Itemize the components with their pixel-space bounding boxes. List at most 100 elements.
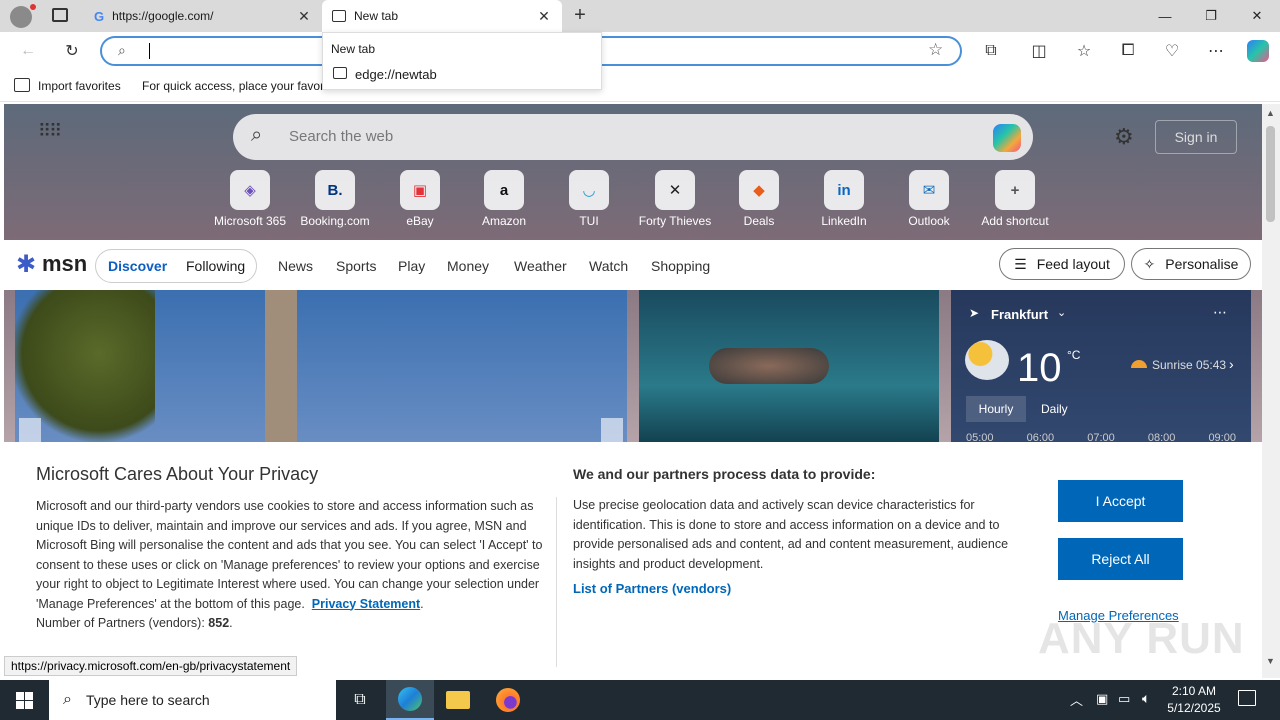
close-tab-icon[interactable]: ✕ [296, 8, 312, 25]
import-favorites-button[interactable]: Import favorites [38, 79, 121, 93]
chevron-down-icon[interactable]: ⌄ [1057, 306, 1066, 319]
suggestion-item[interactable]: edge://newtab [323, 63, 601, 87]
tab-daily[interactable]: Daily [1041, 402, 1068, 416]
back-button[interactable]: ← [14, 37, 42, 65]
show-hidden-icons[interactable]: ︿ [1070, 690, 1083, 709]
temperature: 10 [1017, 346, 1062, 390]
shortcut-deals[interactable]: ◆ Deals [714, 170, 804, 228]
performance-icon[interactable]: ♡ [1158, 37, 1186, 65]
hour-slot: 06:00 [1026, 432, 1055, 442]
new-tab-button[interactable]: + [568, 4, 592, 28]
device-icon[interactable]: ▣ [1096, 691, 1108, 707]
settings-gear-icon[interactable]: ⚙ [1114, 124, 1134, 150]
favorite-star-icon[interactable]: ☆ [928, 40, 943, 60]
hour-slot: 07:00 [1087, 432, 1115, 442]
feed-layout-button[interactable]: ☰ Feed layout [999, 248, 1125, 280]
shortcut-label: Outlook [908, 214, 950, 228]
more-options-icon[interactable]: ⋯ [1213, 304, 1227, 321]
file-explorer-icon[interactable] [434, 680, 482, 720]
import-favorites-icon[interactable] [14, 78, 30, 92]
swimmer-news-card[interactable] [639, 290, 939, 442]
shortcut-tui[interactable]: ◡ TUI [544, 170, 634, 228]
shortcut-amazon[interactable]: a Amazon [459, 170, 549, 228]
volume-icon[interactable]: 🔈︎ [1142, 690, 1150, 707]
scroll-thumb[interactable] [1266, 126, 1275, 222]
nav-news[interactable]: News [278, 258, 313, 274]
clock-time: 2:10 AM [1171, 684, 1217, 698]
split-screen-icon[interactable]: ◫ [1025, 37, 1053, 65]
tab-title: https://google.com/ [112, 9, 214, 23]
minimize-button[interactable]: — [1142, 0, 1188, 32]
windows-start-icon[interactable] [0, 680, 48, 720]
restore-button[interactable]: ❐ [1188, 0, 1234, 32]
accept-button[interactable]: I Accept [1058, 480, 1183, 522]
nav-weather[interactable]: Weather [514, 258, 567, 274]
web-search-box[interactable]: ⌕ Search the web [233, 114, 1033, 160]
hero-news-card[interactable] [15, 290, 627, 442]
shortcut-label: Microsoft 365 [213, 214, 287, 228]
extensions-icon[interactable]: ⧉ [977, 37, 1005, 65]
msn-logo[interactable]: msn [42, 251, 87, 277]
list-of-partners-link[interactable]: List of Partners (vendors) [573, 581, 731, 596]
chevron-right-icon[interactable]: › [1229, 356, 1234, 372]
taskbar-search-box[interactable]: ⌕ Type here to search [49, 680, 336, 720]
tab-hourly[interactable]: Hourly [966, 396, 1026, 422]
profile-icon[interactable] [10, 4, 36, 28]
nav-sports[interactable]: Sports [336, 258, 376, 274]
nav-money[interactable]: Money [447, 258, 489, 274]
privacy-statement-link[interactable]: Privacy Statement [312, 597, 420, 611]
shortcut-linkedin[interactable]: in LinkedIn [799, 170, 889, 228]
reject-all-button[interactable]: Reject All [1058, 538, 1183, 580]
nav-play[interactable]: Play [398, 258, 425, 274]
scroll-up-arrow-icon[interactable]: ▲ [1266, 108, 1275, 118]
notifications-icon[interactable] [1238, 690, 1256, 706]
network-icon[interactable]: ▭ [1118, 691, 1130, 707]
copilot-icon[interactable] [993, 124, 1021, 152]
nav-shopping[interactable]: Shopping [651, 258, 710, 274]
personalise-button[interactable]: ✧ Personalise [1131, 248, 1251, 280]
ebay-icon: ▣ [400, 170, 440, 210]
close-window-button[interactable]: ✕ [1234, 0, 1280, 32]
scroll-down-arrow-icon[interactable]: ▼ [1266, 656, 1275, 666]
tab-following[interactable]: Following [186, 258, 245, 274]
msn-logo-icon[interactable]: ✱ [16, 250, 36, 279]
tab-strip: G https://google.com/ ✕ New tab ✕ + — ❐ … [0, 0, 1280, 32]
tab-actions-icon[interactable] [52, 8, 68, 22]
tab-new-tab[interactable]: New tab ✕ [322, 0, 562, 32]
shortcut-outlook[interactable]: ✉ Outlook [884, 170, 974, 228]
vertical-scrollbar[interactable]: ▲ ▼ [1262, 104, 1280, 678]
shortcut-booking-com[interactable]: B. Booking.com [290, 170, 380, 228]
apps-launcher-icon[interactable]: ⠿⠿ [38, 122, 62, 140]
firefox-icon[interactable] [484, 680, 532, 720]
favorites-hint: For quick access, place your favori [142, 79, 322, 93]
clock[interactable]: 2:10 AM 5/12/2025 [1166, 683, 1222, 717]
nav-watch[interactable]: Watch [589, 258, 628, 274]
tab-google[interactable]: G https://google.com/ ✕ [84, 0, 322, 32]
microsoft365-icon: ◈ [230, 170, 270, 210]
search-placeholder: Search the web [289, 128, 394, 145]
shortcut-microsoft-365[interactable]: ◈ Microsoft 365 [205, 170, 295, 228]
collections-icon[interactable]: ⧠ [1114, 37, 1142, 65]
booking-icon: B. [315, 170, 355, 210]
newtab-page-icon [333, 67, 347, 79]
shortcut-ebay[interactable]: ▣ eBay [375, 170, 465, 228]
divider [556, 497, 557, 667]
more-options-icon[interactable]: ⋯ [1202, 37, 1230, 65]
carousel-next-button[interactable] [601, 418, 623, 442]
weather-city[interactable]: Frankfurt [991, 307, 1048, 322]
close-tab-icon[interactable]: ✕ [536, 8, 552, 25]
sign-in-button[interactable]: Sign in [1155, 120, 1237, 154]
carousel-prev-button[interactable] [19, 418, 41, 442]
favorites-icon[interactable]: ☆ [1070, 37, 1098, 65]
refresh-button[interactable]: ↻ [58, 37, 86, 65]
tab-discover[interactable]: Discover [108, 258, 167, 274]
task-view-icon[interactable]: ⧉ [336, 680, 384, 720]
newtab-page-icon [332, 10, 346, 22]
temperature-unit: °C [1067, 348, 1081, 362]
shortcut-forty-thieves[interactable]: ✕ Forty Thieves [630, 170, 720, 228]
dropdown-header: New tab [331, 42, 376, 56]
weather-card[interactable]: ➤ Frankfurt ⌄ ⋯ 10 °C Sunrise 05:43 › Ho… [951, 290, 1251, 442]
edge-taskbar-icon[interactable] [386, 680, 434, 720]
copilot-icon[interactable] [1244, 37, 1272, 65]
shortcut-add-shortcut[interactable]: + Add shortcut [970, 170, 1060, 228]
